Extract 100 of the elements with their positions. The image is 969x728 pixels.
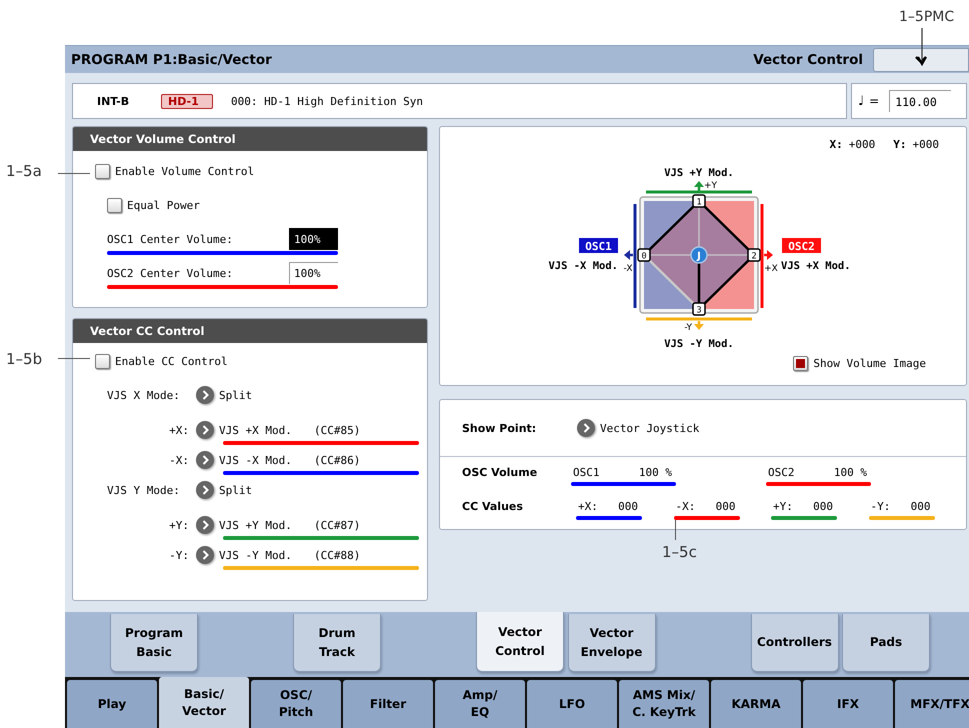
y-label: Y: [893, 138, 906, 151]
sub-page-tab[interactable]: Drum Track [293, 614, 381, 672]
popup-arrow-button[interactable] [196, 481, 214, 499]
screen-title: PROGRAM P1:Basic/Vector [71, 52, 272, 68]
axis-label: VJS -X Mod. [548, 260, 618, 272]
joystick-point-marker: J [690, 246, 708, 264]
x-label: X: [830, 138, 843, 151]
osc-name: OSC2 [768, 466, 794, 479]
cc-direction-label: -Y: [870, 500, 890, 513]
axis-direction-label: +X [764, 264, 778, 274]
assign-value: VJS -X Mod. [219, 454, 293, 466]
axis-direction-label: -X [624, 264, 632, 274]
axis-label: VJS +Y Mod. [664, 167, 734, 179]
leader-line [58, 173, 90, 174]
show-point-label: Show Point: [462, 422, 538, 434]
program-type-tag: HD-1 [161, 94, 213, 108]
checkbox[interactable] [95, 354, 110, 368]
popup-arrow-button[interactable] [196, 421, 214, 439]
page-tab[interactable]: AMS Mix/ C. KeyTrk [619, 680, 709, 728]
volume-value-field[interactable]: 100% [289, 228, 338, 250]
osc-volume-label: OSC Volume [462, 466, 538, 479]
x-value: +000 [848, 138, 876, 151]
panel-header: Vector Volume Control [73, 127, 427, 151]
checkbox-label: Enable Volume Control [115, 164, 254, 178]
program-name: 000: HD-1 High Definition Syn [231, 94, 424, 108]
assign-value: VJS +X Mod. [219, 424, 293, 436]
cc-direction-label: +Y: [773, 500, 793, 513]
cc-values-label: CC Values [462, 500, 524, 513]
page-tab[interactable]: IFX [803, 680, 893, 728]
osc-volume-value: 100 % [834, 466, 867, 479]
program-select-field[interactable]: INT-B HD-1 000: HD-1 High Definition Syn [72, 83, 847, 119]
chevron-right-icon [202, 485, 208, 495]
popup-arrow-button[interactable] [196, 516, 214, 534]
sub-page-tab[interactable]: Controllers [750, 614, 838, 672]
page-tab[interactable]: Play [67, 680, 157, 728]
checkbox-label: Equal Power [127, 198, 200, 212]
chevron-right-icon [202, 390, 208, 400]
page-tab[interactable]: Amp/ EQ [435, 680, 525, 728]
page-menu-button[interactable] [873, 48, 969, 72]
cc-number: (CC#86) [314, 454, 360, 466]
mode-label: VJS X Mode: [107, 388, 181, 402]
checkbox[interactable] [107, 198, 122, 212]
popup-arrow-button[interactable] [196, 546, 214, 564]
vector-point-marker: 2 [747, 248, 761, 262]
page-tab[interactable]: LFO [527, 680, 617, 728]
page-tab[interactable]: Filter [343, 680, 433, 728]
popup-arrow-button[interactable] [196, 386, 214, 404]
checkbox-label: Enable CC Control [115, 354, 228, 368]
popup-arrow-button[interactable] [196, 451, 214, 469]
sub-page-tab[interactable]: Pads [842, 614, 930, 672]
osc-tag: OSC2 [782, 238, 821, 253]
callout-label: 1–5PMC [899, 9, 954, 25]
cc-direction-label: -X: [676, 500, 696, 513]
mode-value: Split [219, 388, 254, 402]
axis-direction-label: +Y [704, 181, 718, 191]
cc-value: 000 [716, 500, 736, 513]
show-point-value: Vector Joystick [600, 422, 700, 434]
vector-point-marker: 0 [637, 248, 651, 262]
assign-value: VJS +Y Mod. [219, 518, 293, 532]
chevron-right-icon [582, 423, 590, 433]
cc-value: 000 [813, 500, 833, 513]
checkbox[interactable] [793, 356, 808, 371]
popup-arrow-button[interactable] [577, 419, 595, 437]
page-tab[interactable]: OSC/ Pitch [251, 680, 341, 728]
mode-label: VJS Y Mode: [107, 484, 181, 496]
volume-value-field[interactable]: 100% [289, 262, 338, 284]
center-volume-label: OSC2 Center Volume: [107, 266, 233, 280]
sub-page-tab[interactable]: Vector Control [476, 612, 564, 672]
axis-direction-label: -Y [684, 323, 692, 333]
vector-point-marker: 1 [692, 194, 706, 208]
callout-label: 1–5a [6, 162, 42, 180]
panel-header: Vector CC Control [73, 319, 427, 343]
chevron-right-icon [202, 520, 208, 530]
leader-line [675, 520, 676, 540]
osc-name: OSC1 [573, 466, 600, 479]
page-label: Vector Control [753, 52, 863, 68]
axis-label: VJS +X Mod. [781, 260, 851, 272]
page-tab[interactable]: KARMA [711, 680, 801, 728]
osc-tag: OSC1 [579, 238, 618, 253]
y-value: +000 [912, 138, 939, 151]
callout-label: 1–5b [6, 350, 42, 368]
bank-text: INT-B [97, 94, 130, 108]
tempo-field[interactable]: 110.00 [889, 90, 952, 112]
direction-label: -X: [168, 454, 189, 466]
direction-label: +Y: [168, 518, 189, 532]
assign-value: VJS -Y Mod. [219, 548, 293, 562]
chevron-right-icon [202, 455, 208, 465]
center-volume-label: OSC1 Center Volume: [107, 232, 233, 246]
checkbox-label: Show Volume Image [813, 357, 926, 370]
chevron-right-icon [202, 550, 208, 560]
sub-page-tab[interactable]: Program Basic [110, 614, 198, 672]
leader-line [58, 358, 90, 359]
cc-direction-label: +X: [578, 500, 598, 513]
checkbox[interactable] [95, 164, 110, 178]
vector-point-marker: 3 [692, 302, 706, 316]
direction-label: -Y: [168, 548, 189, 562]
sub-page-tab[interactable]: Vector Envelope [568, 614, 656, 672]
page-tab[interactable]: Basic/ Vector [159, 677, 249, 728]
cc-number: (CC#85) [314, 424, 360, 436]
mode-value: Split [219, 484, 254, 496]
